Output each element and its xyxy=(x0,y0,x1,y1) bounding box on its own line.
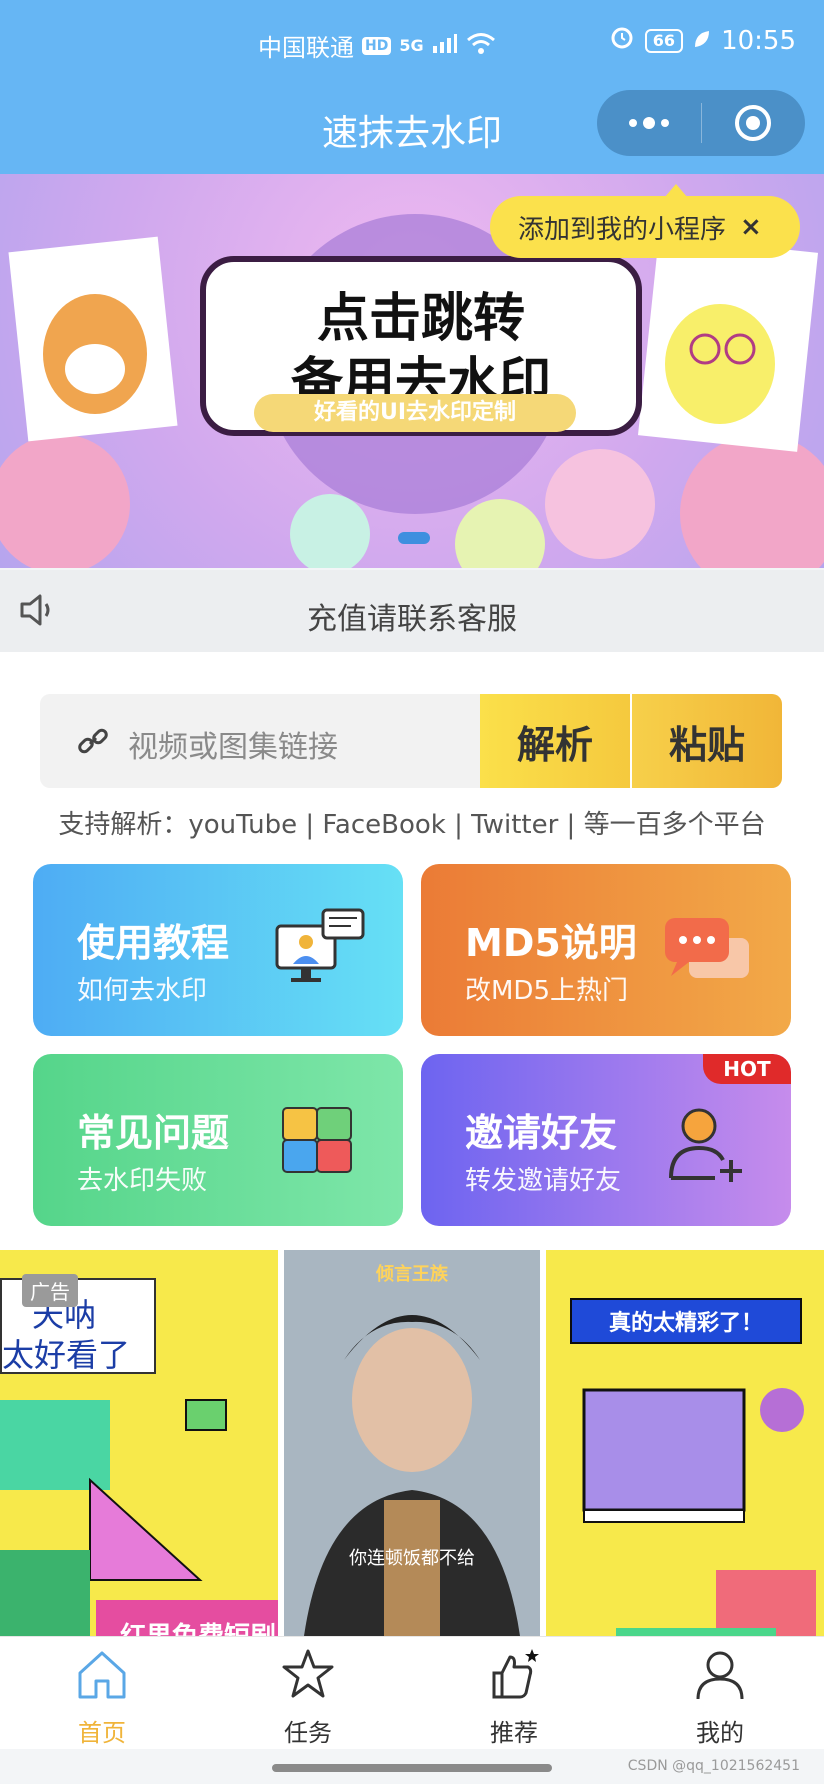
status-right-group: 66 10:55 xyxy=(609,24,796,57)
faq-card[interactable]: 常见问题 去水印失败 xyxy=(33,1054,403,1226)
faq-title: 常见问题 xyxy=(77,1111,230,1155)
notice-bar: 充值请联系客服 xyxy=(0,570,824,652)
target-icon xyxy=(735,105,772,141)
clock: 10:55 xyxy=(721,25,796,56)
user-icon xyxy=(696,1651,744,1700)
ad2-video-still xyxy=(284,1250,540,1636)
ad-card[interactable]: 天呐 太好看了 广告 红果免费短剧 xyxy=(0,1250,278,1636)
navigation-bar: 速抹去水印 xyxy=(0,90,824,174)
notice-text: 充值请联系客服 xyxy=(307,602,517,637)
watermark: CSDN @qq_1021562451 xyxy=(627,1758,800,1774)
tutorial-card[interactable]: 使用教程 如何去水印 xyxy=(33,864,403,1036)
wifi-icon xyxy=(466,31,496,61)
tab-recommend-label: 推荐 xyxy=(490,1719,538,1747)
tutorial-title: 使用教程 xyxy=(77,921,230,965)
home-indicator[interactable] xyxy=(272,1764,552,1772)
hot-badge: HOT xyxy=(703,1054,791,1084)
tip-close-button[interactable]: × xyxy=(740,212,762,242)
ad2-caption: 你连顿饭都不给 xyxy=(349,1548,475,1569)
ad-strip: 天呐 太好看了 广告 红果免费短剧 倾言王族 你连顿饭都不给 真的太精彩了！ xyxy=(0,1250,824,1636)
tab-task-label: 任务 xyxy=(284,1719,332,1747)
monitor-person-icon xyxy=(275,908,365,982)
invite-title: 邀请好友 xyxy=(465,1111,618,1155)
link-input[interactable]: 视频或图集链接 xyxy=(40,694,480,788)
add-user-icon xyxy=(669,1108,742,1182)
supported-platforms-text: 支持解析：youTube | FaceBook | Twitter | 等一百多… xyxy=(58,810,766,840)
mini-program-capsule xyxy=(597,90,805,156)
carousel-indicator xyxy=(398,532,430,544)
banner-subtitle: 好看的UI去水印定制 xyxy=(254,394,576,432)
chat-bubble-icon xyxy=(665,918,749,978)
tab-bar: 首页 任务 推荐 我的 xyxy=(0,1636,824,1749)
ad-card[interactable]: 倾言王族 你连顿饭都不给 xyxy=(284,1250,540,1636)
tab-home-label: 首页 xyxy=(78,1719,126,1747)
home-icon xyxy=(78,1651,126,1699)
ad3-banner: 真的太精彩了！ xyxy=(570,1298,802,1344)
link-placeholder: 视频或图集链接 xyxy=(128,730,338,765)
star-icon xyxy=(282,1649,334,1698)
more-dots-icon xyxy=(628,117,669,129)
ad2-top-label: 倾言王族 xyxy=(376,1264,448,1285)
alarm-icon xyxy=(609,24,635,57)
tab-home[interactable]: 首页 xyxy=(42,1647,162,1747)
tab-recommend[interactable]: 推荐 xyxy=(454,1647,574,1747)
paste-button[interactable]: 粘贴 xyxy=(632,694,782,788)
thumbs-up-icon xyxy=(492,1649,539,1699)
tab-mine[interactable]: 我的 xyxy=(660,1647,780,1747)
hd-badge: HD xyxy=(362,36,392,55)
puzzle-icon xyxy=(282,1107,352,1173)
battery-indicator: 66 xyxy=(644,28,684,53)
ad-label[interactable]: 广告 xyxy=(22,1274,78,1307)
faq-subtitle: 去水印失败 xyxy=(77,1166,208,1196)
tab-mine-label: 我的 xyxy=(696,1719,744,1747)
status-bar: 中国联通 HD 5G 66 10:55 xyxy=(0,0,824,90)
add-to-mini-program-tip[interactable]: 添加到我的小程序 × xyxy=(490,184,800,258)
tab-task[interactable]: 任务 xyxy=(248,1647,368,1747)
network-label: 5G xyxy=(399,36,424,55)
parse-button[interactable]: 解析 xyxy=(480,694,630,788)
close-miniprogram-button[interactable] xyxy=(702,90,806,156)
ad-card[interactable]: 真的太精彩了！ xyxy=(546,1250,824,1636)
invite-subtitle: 转发邀请好友 xyxy=(465,1166,622,1196)
carrier-label: 中国联通 xyxy=(258,34,354,62)
md5-title: MD5说明 xyxy=(465,921,637,965)
link-parse-row: 视频或图集链接 解析 粘贴 xyxy=(40,694,784,788)
tutorial-subtitle: 如何去水印 xyxy=(77,976,208,1006)
banner-card: 点击跳转 备用去水印 好看的UI去水印定制 xyxy=(200,256,642,436)
link-icon xyxy=(78,728,108,754)
ad1-bottom-text: 红果免费短剧 xyxy=(120,1616,276,1636)
signal-icon xyxy=(432,32,458,60)
tip-text: 添加到我的小程序 xyxy=(518,214,727,245)
invite-card[interactable]: HOT 邀请好友 转发邀请好友 xyxy=(421,1054,791,1226)
status-carrier-group: 中国联通 HD 5G xyxy=(258,28,496,63)
leaf-icon xyxy=(693,26,711,56)
md5-card[interactable]: MD5说明 改MD5上热门 xyxy=(421,864,791,1036)
ad1-line2: 太好看了 xyxy=(2,1336,131,1374)
md5-subtitle: 改MD5上热门 xyxy=(465,976,628,1006)
more-button[interactable] xyxy=(597,90,701,156)
